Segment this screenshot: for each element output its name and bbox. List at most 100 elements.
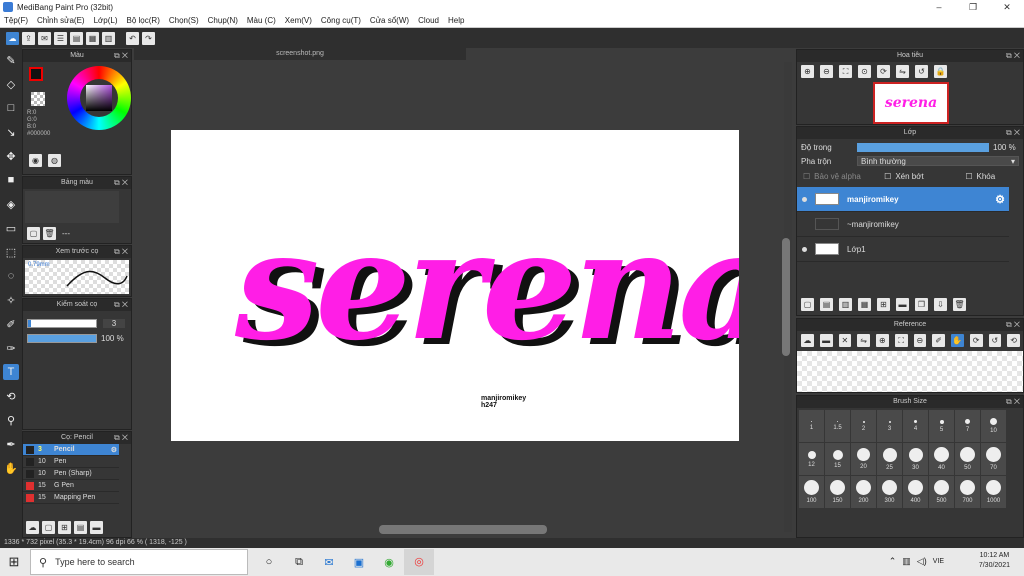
fill-rect-tool-icon[interactable]: ■ — [3, 172, 19, 188]
brush-size-3[interactable]: 3 — [877, 410, 902, 442]
redo-button[interactable]: ↷ — [142, 31, 155, 45]
brush-size-12[interactable]: 12 — [799, 443, 824, 475]
menu-snap[interactable]: Chụp(N) — [208, 16, 238, 25]
layer-row-manjiromikey[interactable]: manjiromikey ⚙ — [797, 187, 1009, 212]
gear-icon[interactable]: ⚙ — [111, 446, 117, 454]
brush-size-1[interactable]: 1 — [799, 410, 824, 442]
vertical-scroll-thumb[interactable] — [782, 238, 790, 356]
bucket-tool-icon[interactable]: ◈ — [3, 196, 19, 212]
dot-tool-icon[interactable]: ↘ — [3, 124, 19, 140]
panel-close-icon[interactable]: ⧉ ✕ — [1006, 319, 1020, 331]
brush-size-700[interactable]: 700 — [955, 476, 980, 508]
protect-alpha-checkbox[interactable]: ☐ — [803, 172, 810, 181]
cloud-reference-icon[interactable]: ☁ — [801, 334, 814, 347]
panel-close-icon[interactable]: ⧉ ✕ — [1006, 50, 1020, 62]
document-tab[interactable]: screenshot.png — [134, 48, 466, 60]
foreground-color-swatch[interactable] — [29, 67, 43, 81]
rotate-icon[interactable]: ⟳ — [877, 65, 890, 78]
new-palette-icon[interactable]: ▢ — [27, 227, 40, 240]
eyedropper-reference-icon[interactable]: ✐ — [932, 334, 945, 347]
brush-add-icon[interactable]: ⊞ — [58, 521, 71, 534]
color-add-icon[interactable]: ◍ — [48, 154, 61, 167]
panel-close-icon[interactable]: ⧉ ✕ — [114, 432, 128, 444]
text-tool-icon[interactable]: T — [3, 364, 19, 380]
brush-size-500[interactable]: 500 — [929, 476, 954, 508]
new-1bit-layer-icon[interactable]: ▦ — [858, 298, 871, 311]
menu-window[interactable]: Cửa sổ(W) — [370, 16, 409, 25]
magic-wand-icon[interactable]: ✧ — [3, 292, 19, 308]
menu-color[interactable]: Màu (C) — [247, 16, 276, 25]
store-icon[interactable]: ▣ — [344, 556, 374, 569]
duplicate-layer-icon[interactable]: ❐ — [915, 298, 928, 311]
brush-page-icon[interactable]: ▤ — [74, 521, 87, 534]
new-folder-icon[interactable]: ▬ — [896, 298, 909, 311]
chevron-up-icon[interactable]: ⌃ — [889, 556, 897, 567]
brush-size-5[interactable]: 5 — [929, 410, 954, 442]
browser-icon[interactable]: ◎ — [404, 549, 434, 575]
brush-size-1000[interactable]: 1000 — [981, 476, 1006, 508]
brush-size-50[interactable]: 50 — [955, 443, 980, 475]
zoom-out-icon[interactable]: ⊖ — [820, 65, 833, 78]
brush-size-400[interactable]: 400 — [903, 476, 928, 508]
brush-opacity-slider[interactable] — [27, 334, 97, 343]
hand-reference-icon[interactable]: ✋ — [951, 334, 964, 347]
network-icon[interactable]: ▥ — [902, 556, 911, 567]
minimize-button[interactable]: – — [922, 0, 956, 14]
brush-folder-icon[interactable]: ▬ — [90, 521, 103, 534]
hand-tool-icon[interactable]: ✋ — [3, 460, 19, 476]
gradient-tool-icon[interactable]: ▭ — [3, 220, 19, 236]
brush-width-slider[interactable] — [27, 319, 97, 328]
blend-mode-select[interactable]: Bình thường ▾ — [857, 156, 1019, 166]
lasso-tool-icon[interactable]: ◌ — [3, 268, 19, 284]
layer-row-lop1[interactable]: Lớp1 — [797, 237, 1009, 262]
menu-help[interactable]: Help — [448, 16, 464, 25]
open-reference-icon[interactable]: ▬ — [819, 334, 833, 347]
brush-size-40[interactable]: 40 — [929, 443, 954, 475]
task-view-icon[interactable]: ⧉ — [284, 556, 314, 569]
brush-size-300[interactable]: 300 — [877, 476, 902, 508]
delete-layer-icon[interactable]: 🗑 — [953, 298, 966, 311]
saturation-square[interactable] — [86, 85, 112, 111]
brush-item-pencil[interactable]: 3 Pencil ⚙ — [23, 444, 119, 456]
eyedropper-icon[interactable]: ⚲ — [3, 412, 19, 428]
close-button[interactable]: ✕ — [990, 0, 1024, 14]
grid-icon[interactable]: ▥ — [102, 31, 115, 45]
brush-tool-icon[interactable]: ✎ — [3, 52, 19, 68]
brush-width-value[interactable]: 3 — [103, 319, 125, 328]
green-app-icon[interactable]: ◉ — [374, 556, 404, 569]
brush-size-15[interactable]: 15 — [825, 443, 850, 475]
eraser-tool-icon[interactable]: ◇ — [3, 76, 19, 92]
comment-icon[interactable]: ✉ — [38, 31, 51, 45]
brush-size-20[interactable]: 20 — [851, 443, 876, 475]
menu-layer[interactable]: Lớp(L) — [94, 16, 118, 25]
palette-area[interactable] — [25, 191, 119, 223]
cloud-brush-icon[interactable]: ☁ — [26, 521, 39, 534]
fit-icon[interactable]: ⛶ — [839, 65, 852, 78]
merge-layer-icon[interactable]: ⇩ — [934, 298, 947, 311]
menu-file[interactable]: Tệp(F) — [4, 16, 28, 25]
clock[interactable]: 10:12 AM 7/30/2021 — [979, 551, 1010, 571]
brush-item-pen[interactable]: 10 Pen — [23, 456, 119, 468]
delete-palette-icon[interactable]: 🗑 — [43, 227, 56, 240]
layer-settings-icon[interactable]: ⊞ — [877, 298, 890, 311]
flip-reference-icon[interactable]: ⇋ — [857, 334, 870, 347]
mail-icon[interactable]: ✉ — [314, 556, 344, 569]
brush-size-150[interactable]: 150 — [825, 476, 850, 508]
brush-item-g-pen[interactable]: 15 G Pen — [23, 480, 119, 492]
select-pen-icon[interactable]: ✐ — [3, 316, 19, 332]
windows-start-icon[interactable]: ⊞ — [0, 554, 28, 570]
panel-close-icon[interactable]: ⧉ ✕ — [114, 246, 128, 258]
brush-item-mapping-pen[interactable]: 15 Mapping Pen — [23, 492, 119, 504]
pages-icon[interactable]: ▦ — [86, 31, 99, 45]
layer-opacity-slider[interactable] — [857, 143, 989, 152]
flip-icon[interactable]: ⇋ — [896, 65, 909, 78]
menu-cloud[interactable]: Cloud — [418, 16, 439, 25]
lock-checkbox[interactable]: ☐ — [965, 172, 972, 181]
menu-edit[interactable]: Chỉnh sửa(E) — [37, 16, 85, 25]
maximize-button[interactable]: ❐ — [956, 0, 990, 14]
language-indicator[interactable]: VIE — [933, 558, 944, 565]
brush-size-10[interactable]: 10 — [981, 410, 1006, 442]
pen-tool-icon[interactable]: ✒ — [3, 436, 19, 452]
brush-size-25[interactable]: 25 — [877, 443, 902, 475]
brush-size-100[interactable]: 100 — [799, 476, 824, 508]
